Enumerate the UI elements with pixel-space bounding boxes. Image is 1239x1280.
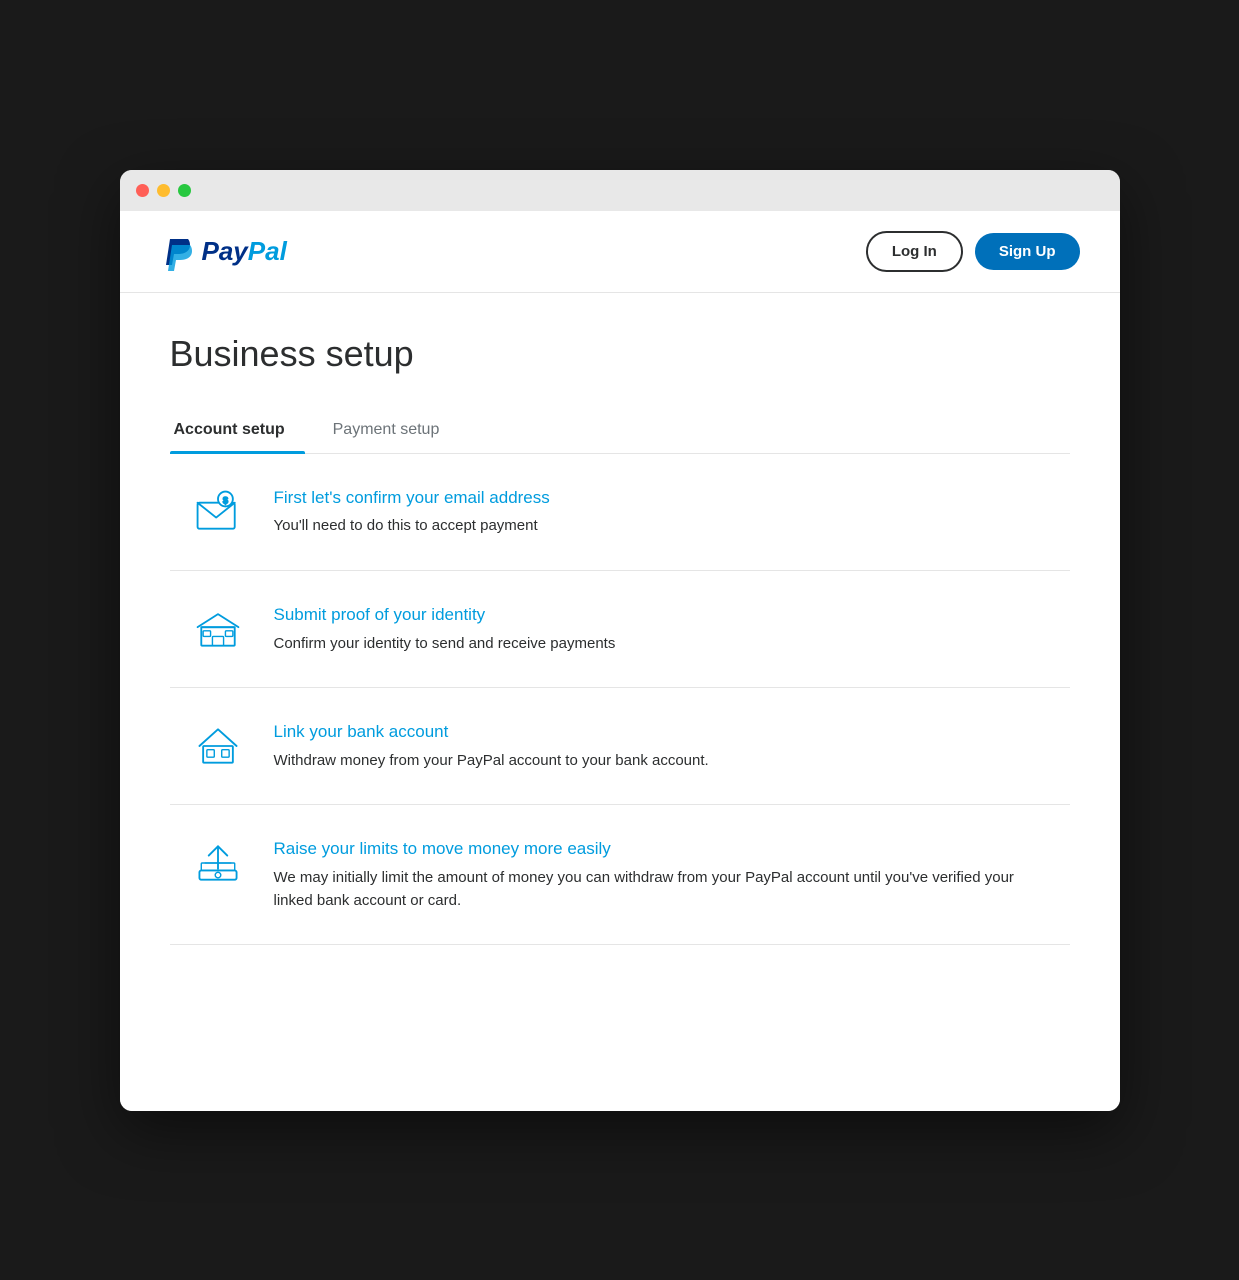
setup-item-text-raise-limits: Raise your limits to move money more eas…	[274, 837, 1050, 912]
setup-item-desc-submit-identity: Confirm your identity to send and receiv…	[274, 633, 1050, 656]
setup-item-title-submit-identity: Submit proof of your identity	[274, 603, 1050, 627]
paypal-logo-text: PayPal	[202, 236, 287, 267]
page-title: Business setup	[170, 333, 1070, 375]
traffic-light-red[interactable]	[136, 184, 149, 197]
browser-chrome	[120, 170, 1120, 211]
pay-part: Pay	[202, 236, 248, 266]
pal-part: Pal	[248, 236, 287, 266]
nav-header: PayPal Log In Sign Up	[120, 211, 1120, 293]
page-content: PayPal Log In Sign Up Business setup Acc…	[120, 211, 1120, 1111]
store-icon	[190, 603, 246, 655]
traffic-light-green[interactable]	[178, 184, 191, 197]
setup-item-title-link-bank: Link your bank account	[274, 720, 1050, 744]
nav-buttons: Log In Sign Up	[866, 231, 1080, 272]
upload-icon	[190, 837, 246, 889]
setup-item-title-confirm-email: First let's confirm your email address	[274, 486, 1050, 510]
setup-item-raise-limits[interactable]: Raise your limits to move money more eas…	[170, 805, 1070, 945]
signup-button[interactable]: Sign Up	[975, 233, 1080, 270]
setup-item-submit-identity[interactable]: Submit proof of your identity Confirm yo…	[170, 571, 1070, 688]
svg-text:$: $	[222, 495, 228, 505]
logo-area: PayPal	[160, 231, 287, 271]
setup-item-title-raise-limits: Raise your limits to move money more eas…	[274, 837, 1050, 861]
setup-item-text-link-bank: Link your bank account Withdraw money fr…	[274, 720, 1050, 772]
setup-list: $ First let's confirm your email address…	[170, 454, 1070, 946]
browser-window: PayPal Log In Sign Up Business setup Acc…	[120, 170, 1120, 1111]
paypal-p-icon	[160, 231, 194, 271]
setup-item-desc-confirm-email: You'll need to do this to accept payment	[274, 515, 1050, 538]
setup-item-text-submit-identity: Submit proof of your identity Confirm yo…	[274, 603, 1050, 655]
setup-item-desc-raise-limits: We may initially limit the amount of mon…	[274, 867, 1050, 912]
tab-payment-setup[interactable]: Payment setup	[329, 407, 460, 453]
main-content: Business setup Account setup Payment set…	[120, 293, 1120, 986]
bank-icon	[190, 720, 246, 772]
tabs: Account setup Payment setup	[170, 407, 1070, 454]
login-button[interactable]: Log In	[866, 231, 963, 272]
traffic-light-yellow[interactable]	[157, 184, 170, 197]
tab-account-setup[interactable]: Account setup	[170, 407, 305, 453]
email-icon: $	[190, 486, 246, 538]
setup-item-confirm-email[interactable]: $ First let's confirm your email address…	[170, 454, 1070, 571]
setup-item-text-confirm-email: First let's confirm your email address Y…	[274, 486, 1050, 538]
setup-item-desc-link-bank: Withdraw money from your PayPal account …	[274, 750, 1050, 773]
setup-item-link-bank[interactable]: Link your bank account Withdraw money fr…	[170, 688, 1070, 805]
